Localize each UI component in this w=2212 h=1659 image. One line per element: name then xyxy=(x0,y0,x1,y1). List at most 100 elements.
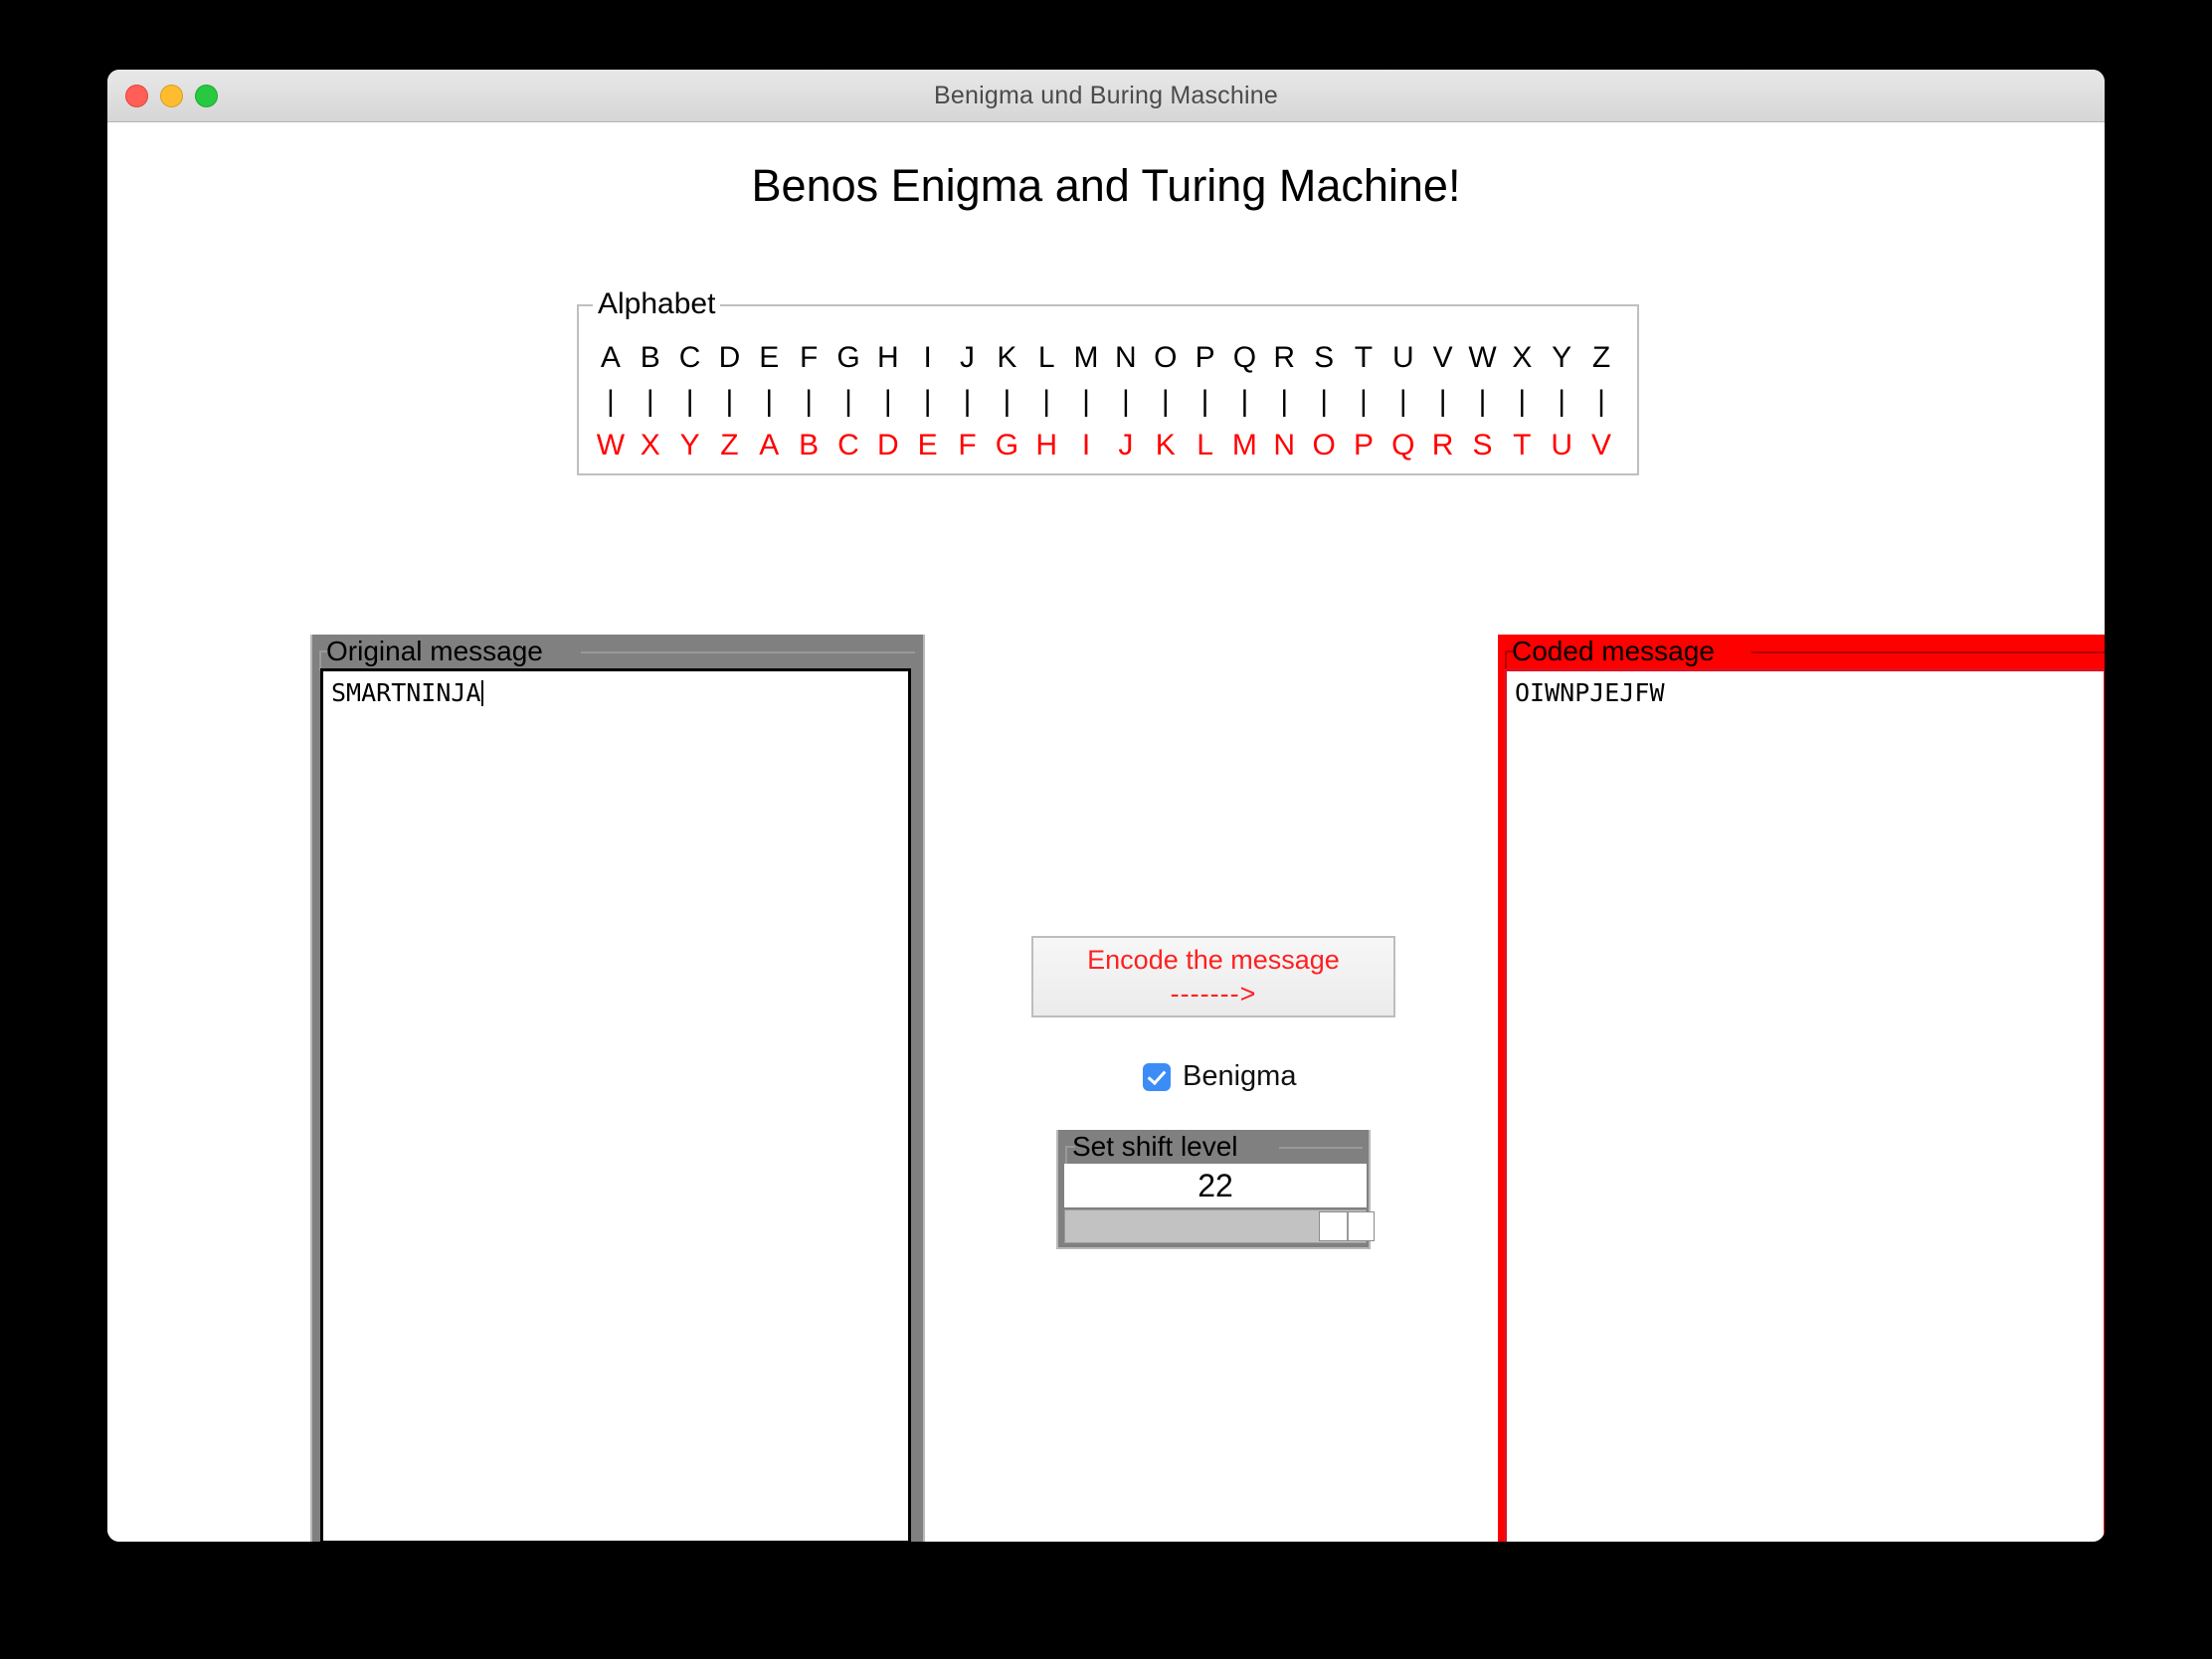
alphabet-column: U | Q xyxy=(1383,336,1423,467)
alphabet-separator-icon: | xyxy=(685,385,694,418)
alphabet-column: Q | M xyxy=(1225,336,1265,467)
coded-message-frame: Coded message OIWNPJEJFW xyxy=(1498,635,2105,1542)
alphabet-column: Z | V xyxy=(1581,336,1621,467)
alphabet-plain-letter: H xyxy=(876,341,899,374)
window-content: Benos Enigma and Turing Machine! Alphabe… xyxy=(107,122,2105,1542)
alphabet-plain-letter: G xyxy=(836,341,860,374)
shift-level-slider[interactable] xyxy=(1064,1209,1376,1243)
alphabet-separator-icon: | xyxy=(765,385,774,418)
alphabet-cipher-letter: T xyxy=(1513,429,1532,461)
alphabet-separator-icon: | xyxy=(1042,385,1051,418)
alphabet-column: S | O xyxy=(1304,336,1344,467)
coded-message-header: Coded message xyxy=(1498,635,2105,670)
alphabet-plain-letter: T xyxy=(1354,341,1374,374)
alphabet-cipher-letter: W xyxy=(596,429,626,461)
original-message-header: Original message xyxy=(312,635,923,670)
alphabet-column: B | X xyxy=(631,336,670,467)
coded-message-legend: Coded message xyxy=(1512,636,1715,666)
alphabet-plain-letter: L xyxy=(1037,341,1055,374)
alphabet-plain-letter: K xyxy=(997,341,1017,374)
alphabet-plain-letter: E xyxy=(759,341,780,374)
alphabet-separator-icon: | xyxy=(1558,385,1567,418)
alphabet-cipher-letter: L xyxy=(1197,429,1213,461)
shift-level-frame: Set shift level 22 xyxy=(1056,1130,1376,1249)
alphabet-cipher-letter: N xyxy=(1273,429,1296,461)
alphabet-separator-icon: | xyxy=(1518,385,1527,418)
shift-level-legend: Set shift level xyxy=(1072,1131,1238,1162)
alphabet-cipher-letter: D xyxy=(876,429,899,461)
alphabet-separator-icon: | xyxy=(1200,385,1209,418)
alphabet-cipher-letter: M xyxy=(1231,429,1257,461)
coded-message-text: OIWNPJEJFW xyxy=(1515,678,1665,707)
alphabet-column: C | Y xyxy=(670,336,710,467)
alphabet-cipher-letter: G xyxy=(995,429,1019,461)
maximize-window-button[interactable] xyxy=(195,84,218,107)
alphabet-plain-letter: F xyxy=(799,341,819,374)
alphabet-separator-icon: | xyxy=(607,385,615,418)
labelframe-rule xyxy=(581,651,915,653)
original-message-frame: Original message SMARTNINJA xyxy=(310,635,925,1542)
encode-button-label: Encode the message xyxy=(1087,945,1340,975)
alphabet-column: O | K xyxy=(1146,336,1186,467)
alphabet-column: X | T xyxy=(1502,336,1542,467)
alphabet-cipher-letter: B xyxy=(799,429,820,461)
shift-level-header: Set shift level xyxy=(1058,1130,1369,1166)
shift-level-value: 22 xyxy=(1064,1164,1367,1207)
alphabet-cipher-letter: U xyxy=(1551,429,1572,461)
alphabet-plain-letter: S xyxy=(1314,341,1335,374)
alphabet-separator-icon: | xyxy=(725,385,734,418)
app-window: Benigma und Buring Maschine Benos Enigma… xyxy=(107,70,2105,1542)
alphabet-separator-icon: | xyxy=(1240,385,1249,418)
alphabet-plain-letter: C xyxy=(678,341,701,374)
alphabet-column: Y | U xyxy=(1542,336,1581,467)
alphabet-column: E | A xyxy=(749,336,789,467)
alphabet-cipher-letter: C xyxy=(837,429,859,461)
original-message-input[interactable]: SMARTNINJA xyxy=(320,668,911,1542)
alphabet-plain-letter: Y xyxy=(1552,341,1572,374)
alphabet-cipher-letter: H xyxy=(1035,429,1058,461)
alphabet-separator-icon: | xyxy=(1280,385,1289,418)
alphabet-column: P | L xyxy=(1186,336,1225,467)
page-title: Benos Enigma and Turing Machine! xyxy=(751,160,1461,211)
shift-level-slider-thumb[interactable] xyxy=(1319,1211,1376,1241)
close-window-button[interactable] xyxy=(125,84,148,107)
alphabet-plain-letter: U xyxy=(1391,341,1414,374)
alphabet-separator-icon: | xyxy=(1597,385,1605,418)
benigma-checkbox[interactable] xyxy=(1143,1062,1171,1091)
labelframe-rule xyxy=(1751,651,2105,653)
minimize-window-button[interactable] xyxy=(160,84,183,107)
alphabet-plain-letter: X xyxy=(1512,341,1533,374)
traffic-light-group xyxy=(125,70,218,121)
original-message-text: SMARTNINJA xyxy=(331,678,481,707)
window-titlebar: Benigma und Buring Maschine xyxy=(107,70,2105,122)
alphabet-cipher-letter: S xyxy=(1472,429,1493,461)
alphabet-plain-letter: P xyxy=(1195,341,1215,374)
alphabet-separator-icon: | xyxy=(645,385,654,418)
coded-message-output[interactable]: OIWNPJEJFW xyxy=(1504,668,2105,1542)
alphabet-column: K | G xyxy=(987,336,1026,467)
alphabet-column: W | S xyxy=(1463,336,1503,467)
alphabet-separator-icon: | xyxy=(1161,385,1170,418)
alphabet-separator-icon: | xyxy=(963,385,972,418)
alphabet-column: N | J xyxy=(1106,336,1146,467)
alphabet-plain-letter: J xyxy=(960,341,976,374)
alphabet-cipher-letter: K xyxy=(1155,429,1176,461)
original-message-legend: Original message xyxy=(326,636,543,666)
alphabet-plain-letter: R xyxy=(1273,341,1296,374)
alphabet-column: F | B xyxy=(789,336,829,467)
alphabet-plain-letter: Q xyxy=(1232,341,1257,374)
alphabet-separator-icon: | xyxy=(1003,385,1012,418)
alphabet-column: J | F xyxy=(948,336,988,467)
alphabet-column: T | P xyxy=(1344,336,1383,467)
labelframe-rule xyxy=(1279,1147,1363,1149)
alphabet-cipher-letter: E xyxy=(917,429,938,461)
alphabet-separator-icon: | xyxy=(1478,385,1487,418)
encode-message-button[interactable]: Encode the message -------> xyxy=(1031,936,1395,1017)
alphabet-cipher-letter: I xyxy=(1081,429,1091,461)
alphabet-column: R | N xyxy=(1264,336,1304,467)
benigma-checkbox-row[interactable]: Benigma xyxy=(1143,1060,1296,1093)
alphabet-separator-icon: | xyxy=(1320,385,1328,418)
alphabet-cipher-letter: J xyxy=(1118,429,1134,461)
alphabet-separator-icon: | xyxy=(1360,385,1368,418)
alphabet-plain-letter: W xyxy=(1468,341,1497,374)
